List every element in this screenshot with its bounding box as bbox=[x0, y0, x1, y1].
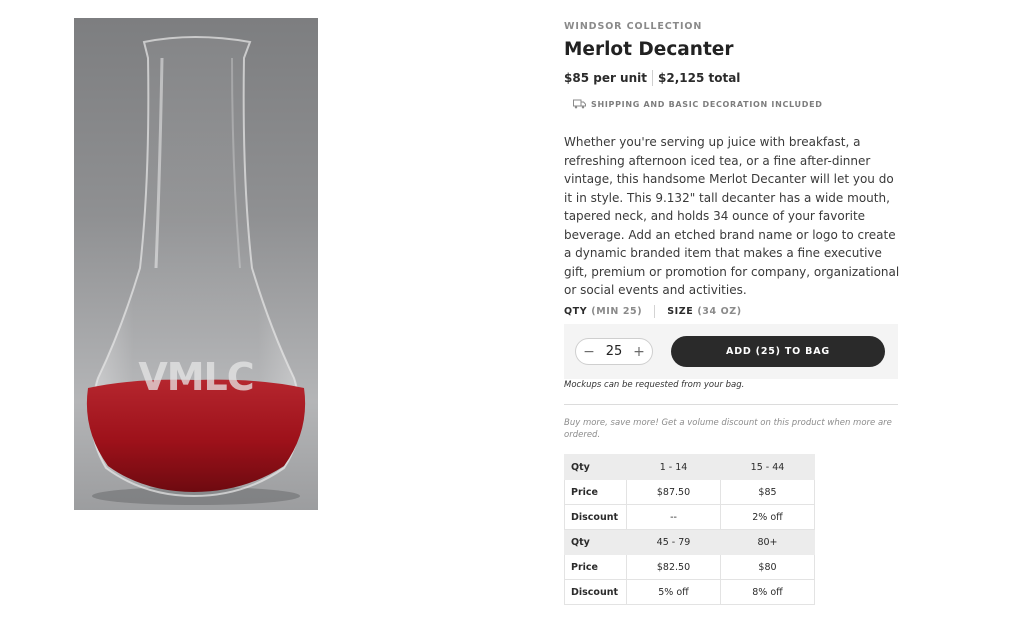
product-title: Merlot Decanter bbox=[564, 39, 734, 60]
table-row: Discount 5% off 8% off bbox=[564, 579, 815, 605]
table-cell: 15 - 44 bbox=[720, 454, 815, 480]
volume-discount-note: Buy more, save more! Get a volume discou… bbox=[564, 418, 892, 440]
table-cell: $87.50 bbox=[626, 479, 721, 505]
row-label: Discount bbox=[564, 504, 627, 530]
table-cell: 2% off bbox=[720, 504, 815, 530]
volume-pricing-table: Qty 1 - 14 15 - 44 Price $87.50 $85 Disc… bbox=[564, 454, 815, 605]
table-cell: 8% off bbox=[720, 579, 815, 605]
size-value: (34 OZ) bbox=[697, 306, 742, 317]
options-row: QTY (MIN 25) SIZE (34 OZ) bbox=[564, 305, 742, 318]
divider bbox=[564, 404, 898, 405]
row-label: Qty bbox=[564, 529, 627, 555]
unit-price: $85 per unit bbox=[564, 71, 647, 85]
shipping-text: SHIPPING AND BASIC DECORATION INCLUDED bbox=[591, 99, 823, 109]
table-cell: 5% off bbox=[626, 579, 721, 605]
qty-min: (MIN 25) bbox=[591, 306, 643, 317]
quantity-value[interactable]: 25 bbox=[606, 344, 623, 359]
size-label: SIZE bbox=[667, 306, 694, 317]
table-cell: $82.50 bbox=[626, 554, 721, 580]
table-row: Price $87.50 $85 bbox=[564, 479, 815, 505]
add-to-bag-button[interactable]: ADD (25) TO BAG bbox=[671, 336, 885, 367]
table-cell: 1 - 14 bbox=[626, 454, 721, 480]
collection-label: WINDSOR COLLECTION bbox=[564, 21, 703, 32]
product-image: VMLC bbox=[74, 18, 318, 510]
total-price: $2,125 total bbox=[658, 71, 741, 85]
minus-icon[interactable]: − bbox=[583, 345, 595, 359]
table-row: Qty 1 - 14 15 - 44 bbox=[564, 454, 815, 480]
row-label: Price bbox=[564, 479, 627, 505]
mockup-note: Mockups can be requested from your bag. bbox=[564, 380, 745, 390]
table-row: Qty 45 - 79 80+ bbox=[564, 529, 815, 555]
table-cell: 80+ bbox=[720, 529, 815, 555]
price-line: $85 per unit $2,125 total bbox=[564, 69, 740, 87]
decanter-illustration: VMLC bbox=[86, 36, 306, 505]
table-row: Discount -- 2% off bbox=[564, 504, 815, 530]
product-description: Whether you're serving up juice with bre… bbox=[564, 135, 900, 297]
truck-icon bbox=[573, 99, 586, 109]
options-divider bbox=[654, 305, 656, 318]
row-label: Qty bbox=[564, 454, 627, 480]
table-cell: $80 bbox=[720, 554, 815, 580]
shipping-note: SHIPPING AND BASIC DECORATION INCLUDED bbox=[573, 99, 823, 109]
table-cell: -- bbox=[626, 504, 721, 530]
row-label: Discount bbox=[564, 579, 627, 605]
table-cell: $85 bbox=[720, 479, 815, 505]
plus-icon[interactable]: + bbox=[633, 345, 645, 359]
qty-label: QTY bbox=[564, 306, 588, 317]
price-divider bbox=[652, 70, 653, 86]
row-label: Price bbox=[564, 554, 627, 580]
quantity-stepper[interactable]: − 25 + bbox=[575, 338, 653, 365]
table-cell: 45 - 79 bbox=[626, 529, 721, 555]
buy-box: − 25 + ADD (25) TO BAG bbox=[564, 324, 898, 379]
etched-logo: VMLC bbox=[138, 355, 253, 399]
table-row: Price $82.50 $80 bbox=[564, 554, 815, 580]
